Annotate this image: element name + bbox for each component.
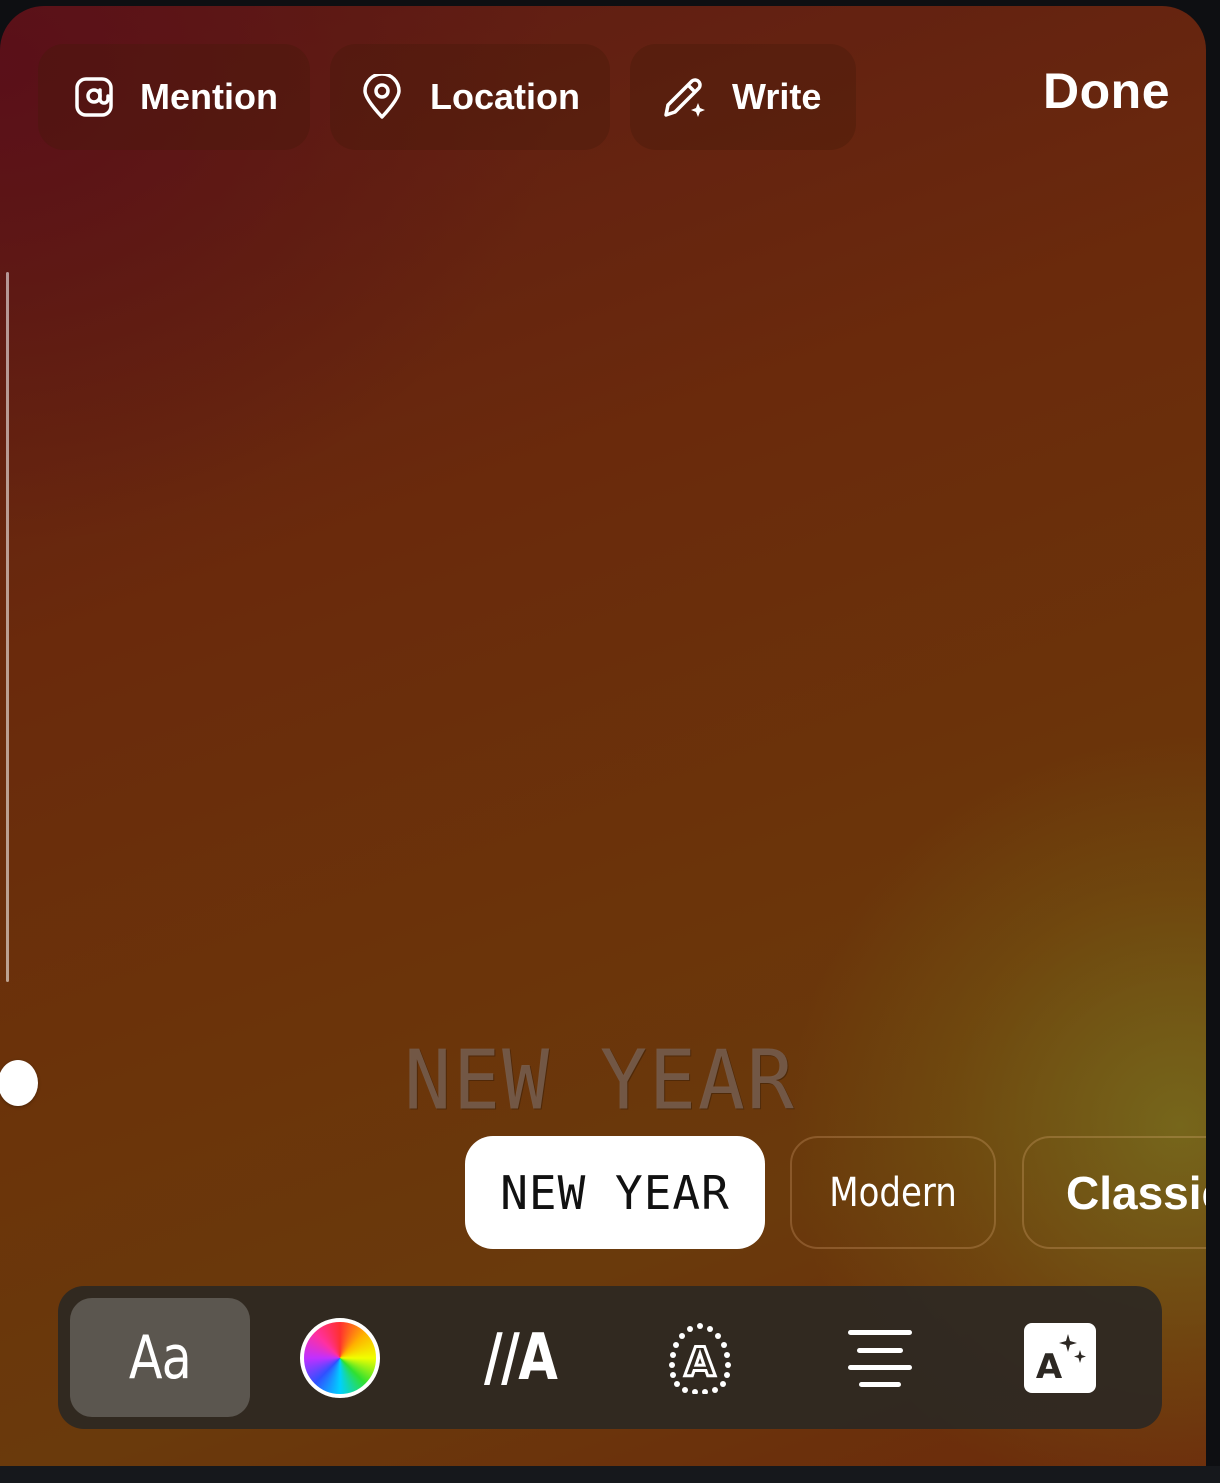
animation-button[interactable]: //A — [430, 1298, 610, 1417]
location-button[interactable]: Location — [330, 44, 610, 150]
at-sign-icon — [70, 73, 118, 121]
font-chip-modern[interactable]: Modern — [790, 1136, 996, 1249]
ai-text-icon: A — [1024, 1322, 1096, 1393]
story-editor-canvas[interactable]: Mention Location Write Done NEW YEAR NEW… — [0, 6, 1206, 1466]
align-button[interactable] — [790, 1298, 970, 1417]
ai-text-button[interactable]: A — [970, 1298, 1150, 1417]
text-animation-icon: //A — [483, 1320, 558, 1395]
done-button[interactable]: Done — [1043, 62, 1170, 120]
mention-label: Mention — [140, 76, 278, 117]
ai-label: A — [1036, 1347, 1063, 1387]
text-size-slider[interactable] — [0, 272, 38, 1106]
color-button[interactable] — [250, 1298, 430, 1417]
slider-thumb[interactable] — [0, 1060, 38, 1106]
effect-button[interactable]: A — [610, 1298, 790, 1417]
font-chip-modern-label: Modern — [829, 1169, 957, 1216]
location-label: Location — [430, 76, 580, 117]
write-button[interactable]: Write — [630, 44, 856, 150]
text-toolbar: Aa //A A A — [58, 1286, 1162, 1429]
font-chip-classic[interactable]: Classic — [1022, 1136, 1206, 1249]
font-icon: Aa — [128, 1322, 192, 1393]
map-pin-icon — [358, 73, 406, 121]
text-preview[interactable]: NEW YEAR — [300, 1034, 900, 1129]
write-label: Write — [732, 76, 822, 117]
mention-button[interactable]: Mention — [38, 44, 310, 150]
font-button[interactable]: Aa — [70, 1298, 250, 1417]
text-effect-icon: A — [669, 1322, 731, 1394]
align-center-icon — [848, 1329, 912, 1387]
color-wheel-icon — [300, 1317, 380, 1398]
effect-label: A — [685, 1340, 716, 1386]
system-bottom-bar — [0, 1466, 1220, 1483]
font-chip-new-year[interactable]: NEW YEAR — [465, 1136, 765, 1249]
pencil-sparkle-icon — [660, 73, 708, 121]
